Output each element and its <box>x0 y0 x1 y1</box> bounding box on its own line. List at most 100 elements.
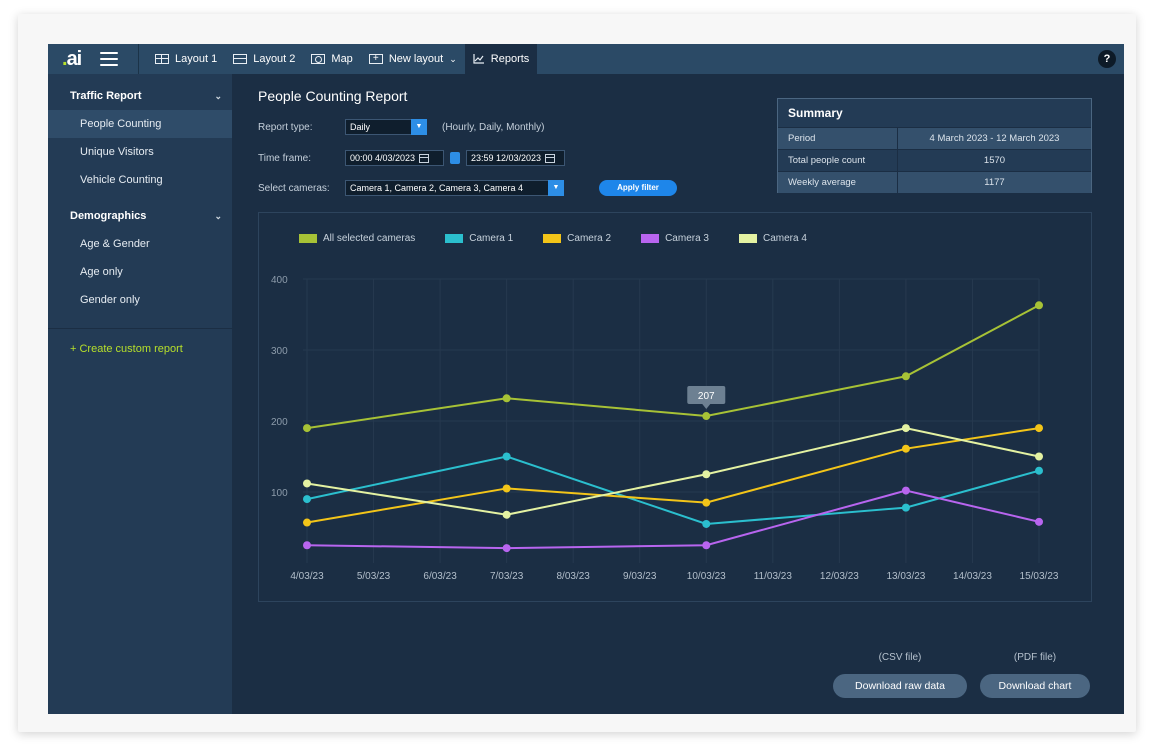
data-point <box>303 518 311 527</box>
data-point <box>702 412 711 421</box>
chevron-down-icon[interactable]: ▼ <box>548 180 564 196</box>
time-to-input[interactable]: 23:59 12/03/2023 <box>466 150 565 166</box>
link-range-icon[interactable] <box>450 152 460 164</box>
chart-panel: All selected cameras Camera 1 Camera 2 C… <box>258 212 1092 602</box>
app-window: .ai Layout 1 Layout 2 Map + New layout ⌄… <box>48 44 1124 714</box>
data-point <box>303 479 311 488</box>
sidebar-group-demographics[interactable]: Demographics ⌄ <box>48 202 232 230</box>
data-point <box>702 519 711 528</box>
summary-key: Weekly average <box>778 172 898 193</box>
sidebar-group-traffic-report[interactable]: Traffic Report ⌄ <box>48 82 232 110</box>
summary-row: Period 4 March 2023 - 12 March 2023 <box>778 127 1091 149</box>
data-point <box>901 486 910 495</box>
tab-new-layout[interactable]: + New layout ⌄ <box>361 44 465 74</box>
summary-value: 1177 <box>984 177 1005 188</box>
tab-layout-2-label: Layout 2 <box>253 53 296 65</box>
tooltip-pointer <box>702 404 711 410</box>
grid-layout-icon <box>155 54 169 64</box>
chevron-down-icon[interactable]: ▼ <box>411 119 427 135</box>
tab-layout-2[interactable]: Layout 2 <box>225 44 303 74</box>
sidebar-group-label: Traffic Report <box>70 90 142 102</box>
summary-row: Weekly average 1177 <box>778 171 1091 193</box>
chevron-down-icon: ⌄ <box>214 90 222 101</box>
download-chart-button[interactable]: Download chart <box>980 674 1090 698</box>
tab-reports-label: Reports <box>490 53 530 65</box>
sidebar-item-age-only[interactable]: Age only <box>48 258 232 286</box>
tab-map[interactable]: Map <box>303 44 360 74</box>
chart-icon <box>473 54 484 64</box>
data-point <box>303 541 311 550</box>
data-point <box>1035 517 1043 526</box>
y-tick-label: 200 <box>271 417 288 428</box>
x-tick-label: 8/03/23 <box>556 571 590 582</box>
data-point <box>502 452 511 461</box>
sidebar-divider <box>48 328 232 329</box>
data-point <box>702 470 711 479</box>
create-custom-report-link[interactable]: + Create custom report <box>48 343 232 355</box>
data-point <box>1035 452 1043 461</box>
data-point <box>303 495 311 504</box>
tab-layout-1[interactable]: Layout 1 <box>147 44 225 74</box>
pdf-file-label: (PDF file) <box>1013 652 1057 663</box>
tab-new-layout-label: New layout <box>388 53 444 65</box>
download-raw-data-button[interactable]: Download raw data <box>833 674 967 698</box>
tooltip-label: 207 <box>698 391 715 402</box>
sidebar-item-unique-visitors[interactable]: Unique Visitors <box>48 138 232 166</box>
x-tick-label: 12/03/23 <box>820 571 859 582</box>
summary-value: 4 March 2023 - 12 March 2023 <box>929 133 1060 144</box>
data-point <box>502 544 511 553</box>
sidebar-item-age-gender[interactable]: Age & Gender <box>48 230 232 258</box>
hamburger-menu-icon[interactable] <box>100 52 118 66</box>
page-title: People Counting Report <box>258 88 408 104</box>
x-tick-label: 13/03/23 <box>886 571 925 582</box>
summary-key: Total people count <box>778 150 898 171</box>
help-icon[interactable]: ? <box>1098 50 1116 68</box>
data-point <box>1035 301 1043 310</box>
report-type-label: Report type: <box>258 122 313 133</box>
summary-key: Period <box>778 128 898 149</box>
time-from-input[interactable]: 00:00 4/03/2023 <box>345 150 444 166</box>
data-point <box>702 541 711 550</box>
data-point <box>702 498 711 507</box>
data-point <box>502 484 511 493</box>
summary-title: Summary <box>788 106 843 120</box>
time-frame-label: Time frame: <box>258 153 311 164</box>
x-tick-label: 10/03/23 <box>687 571 726 582</box>
y-tick-label: 300 <box>271 346 288 357</box>
series-line <box>306 489 1040 550</box>
summary-value: 1570 <box>983 155 1006 166</box>
data-point <box>901 503 910 512</box>
data-point <box>1035 424 1043 433</box>
data-point <box>901 372 910 381</box>
calendar-icon[interactable] <box>545 153 556 163</box>
tab-map-label: Map <box>331 53 353 65</box>
select-cameras-label: Select cameras: <box>258 183 330 194</box>
cameras-value: Camera 1, Camera 2, Camera 3, Camera 4 <box>350 183 524 193</box>
data-point <box>303 424 311 433</box>
x-tick-label: 9/03/23 <box>623 571 657 582</box>
nav-divider <box>138 44 139 74</box>
x-tick-label: 15/03/23 <box>1020 571 1059 582</box>
map-icon <box>311 54 326 64</box>
data-point <box>1035 466 1043 475</box>
tab-layout-1-label: Layout 1 <box>175 53 218 65</box>
time-from-value: 00:00 4/03/2023 <box>350 153 416 163</box>
chevron-down-icon: ⌄ <box>449 53 457 64</box>
data-point <box>901 424 910 433</box>
sidebar-item-people-counting[interactable]: People Counting <box>48 110 232 138</box>
tab-reports[interactable]: Reports <box>464 44 538 74</box>
cameras-select[interactable]: Camera 1, Camera 2, Camera 3, Camera 4 ▼ <box>345 180 564 196</box>
sidebar-item-gender-only[interactable]: Gender only <box>48 286 232 314</box>
app-logo[interactable]: .ai <box>62 48 92 71</box>
y-tick-label: 400 <box>271 275 288 286</box>
report-type-value: Daily <box>350 122 371 132</box>
sidebar: Traffic Report ⌄ People Counting Unique … <box>48 74 232 714</box>
apply-filter-button[interactable]: Apply filter <box>599 180 677 196</box>
sidebar-item-vehicle-counting[interactable]: Vehicle Counting <box>48 166 232 194</box>
report-type-select[interactable]: Daily ▼ <box>345 119 427 135</box>
calendar-icon[interactable] <box>419 153 430 163</box>
split-layout-icon <box>233 54 248 64</box>
data-point <box>502 394 511 403</box>
x-tick-label: 4/03/23 <box>290 571 324 582</box>
x-tick-label: 11/03/23 <box>754 571 793 582</box>
